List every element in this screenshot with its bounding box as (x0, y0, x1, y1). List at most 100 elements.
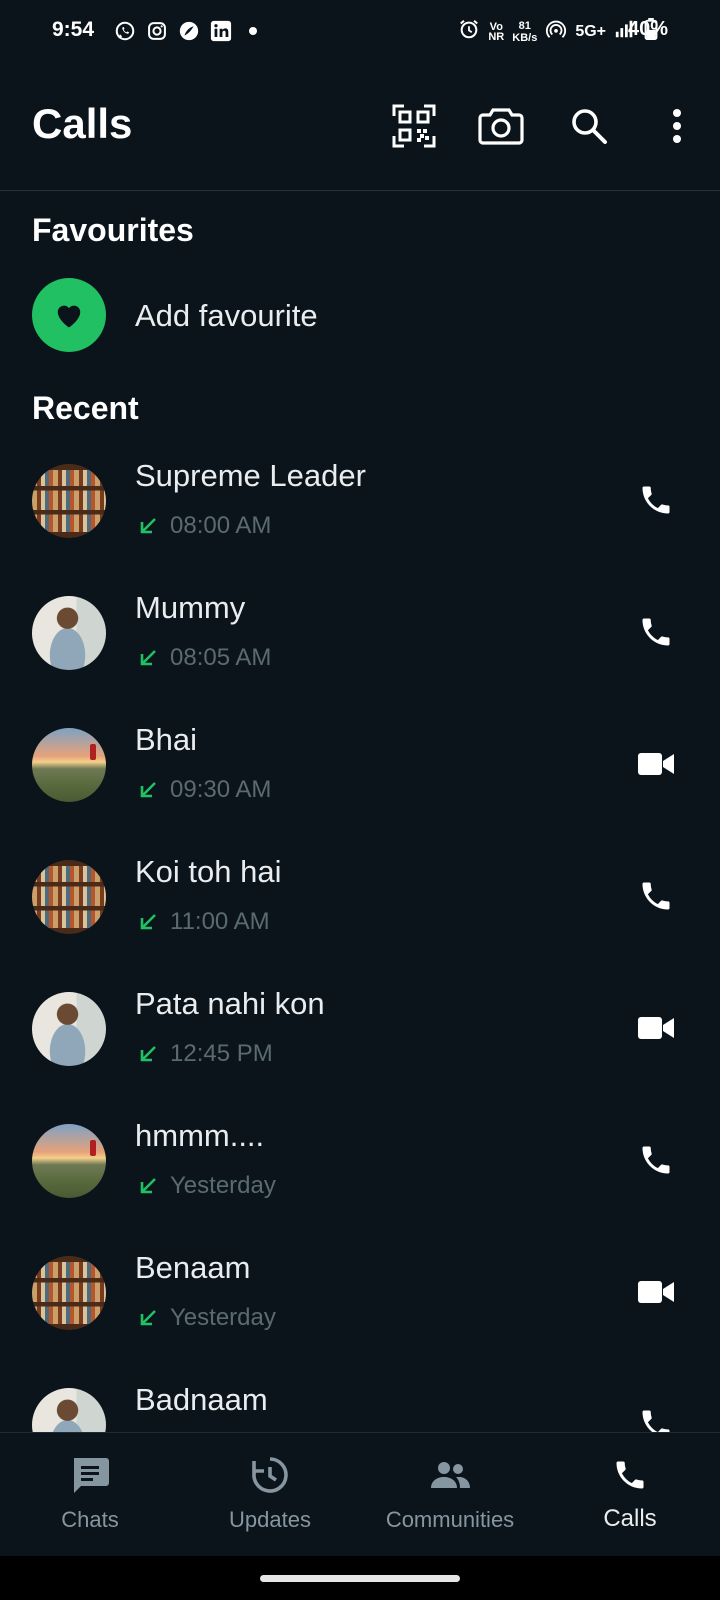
nav-communities-label: Communities (385, 1507, 515, 1532)
nav-calls[interactable]: Calls (540, 1433, 720, 1557)
contact-name: Mummy (135, 590, 246, 625)
hotspot-icon (545, 18, 567, 45)
camera-button[interactable] (477, 100, 525, 152)
voice-call-button[interactable] (636, 1140, 676, 1180)
avatar[interactable] (32, 1124, 106, 1198)
whatsapp-icon (114, 20, 136, 42)
video-call-button[interactable] (636, 744, 676, 784)
add-favourite-item[interactable]: Add favourite (0, 278, 720, 354)
phone-icon (642, 618, 670, 646)
more-notifications-dot-icon (242, 20, 264, 42)
call-time: 08:05 AM (170, 644, 272, 671)
incoming-call-arrow-icon (140, 650, 156, 666)
avatar[interactable] (32, 464, 106, 538)
call-log-item[interactable]: hmmm.... Yesterday (0, 1118, 720, 1250)
linkedin-icon (210, 20, 232, 42)
phone-icon (600, 1455, 660, 1495)
contact-name: Bhai (135, 722, 198, 757)
avatar[interactable] (32, 992, 106, 1066)
call-log-item[interactable]: Benaam Yesterday (0, 1250, 720, 1382)
avatar[interactable] (32, 1256, 106, 1330)
video-camera-icon (638, 1017, 674, 1039)
volte-icon: Vo NR (488, 20, 505, 43)
communities-icon (420, 1455, 480, 1495)
nav-chats-label: Chats (61, 1507, 119, 1532)
contact-name: hmmm.... (135, 1118, 265, 1153)
nav-communities[interactable]: Communities (360, 1433, 540, 1557)
call-time: 08:00 AM (170, 512, 272, 539)
incoming-call-arrow-icon (140, 782, 156, 798)
network-type: 5G+ (575, 22, 606, 40)
call-time: Yesterday (170, 1172, 276, 1199)
voice-call-button[interactable] (636, 612, 676, 652)
video-camera-icon (638, 753, 674, 775)
camera-icon (478, 108, 524, 145)
battery-percent: 40% (627, 18, 668, 40)
leaf-app-icon (178, 20, 200, 42)
status-time: 9:54 (52, 18, 95, 41)
bottom-navigation: Chats Updates Communities Calls (0, 1432, 720, 1557)
nav-calls-label: Calls (603, 1505, 657, 1532)
avatar[interactable] (32, 728, 106, 802)
search-icon (572, 109, 607, 144)
add-favourite-avatar (32, 278, 106, 352)
call-meta: 12:45 PM (138, 1040, 273, 1068)
contact-name: Benaam (135, 1250, 251, 1285)
call-meta: 08:00 AM (138, 512, 271, 540)
incoming-call-arrow-icon (140, 518, 156, 534)
heart-icon (57, 305, 81, 328)
voice-call-button[interactable] (636, 876, 676, 916)
voice-call-button[interactable] (636, 480, 676, 520)
status-bar: 9:54 Vo NR 81 KB/s 5G+ 40% (0, 0, 720, 64)
network-speed: 81 KB/s (512, 20, 537, 44)
incoming-call-arrow-icon (140, 1046, 156, 1062)
video-call-button[interactable] (636, 1272, 676, 1312)
more-vert-icon (673, 109, 681, 143)
call-time: 09:30 AM (170, 776, 272, 803)
call-log-item[interactable]: Koi toh hai 11:00 AM (0, 854, 720, 986)
page-title: Calls (32, 100, 133, 147)
recent-heading: Recent (32, 390, 139, 426)
search-button[interactable] (565, 100, 613, 152)
call-log-item[interactable]: Supreme Leader 08:00 AM (0, 458, 720, 590)
call-meta: Yesterday (138, 1304, 276, 1332)
avatar[interactable] (32, 860, 106, 934)
incoming-call-arrow-icon (140, 1178, 156, 1194)
call-meta: Yesterday (138, 1172, 276, 1200)
network-speed-value: 81 (518, 19, 531, 32)
instagram-icon (146, 20, 168, 42)
phone-icon (642, 486, 670, 514)
nav-chats[interactable]: Chats (0, 1433, 180, 1557)
incoming-call-arrow-icon (140, 914, 156, 930)
chat-icon (60, 1455, 120, 1495)
home-indicator[interactable] (260, 1575, 460, 1582)
nav-updates[interactable]: Updates (180, 1433, 360, 1557)
contact-name: Badnaam (135, 1382, 268, 1417)
nav-updates-label: Updates (229, 1507, 311, 1532)
call-meta: 11:00 AM (138, 908, 270, 936)
call-time: 11:00 AM (170, 908, 270, 935)
phone-icon (642, 1146, 670, 1174)
system-navigation-bar (0, 1556, 720, 1600)
contact-name: Koi toh hai (135, 854, 282, 889)
more-options-button[interactable] (653, 100, 701, 152)
call-time: Yesterday (170, 1304, 276, 1331)
call-meta: 09:30 AM (138, 776, 271, 804)
notification-icons (114, 20, 264, 42)
contact-name: Supreme Leader (135, 458, 366, 493)
qr-code-icon (392, 104, 436, 148)
incoming-call-arrow-icon (140, 1310, 156, 1326)
avatar[interactable] (32, 596, 106, 670)
call-log-item[interactable]: Pata nahi kon 12:45 PM (0, 986, 720, 1118)
call-log-item[interactable]: Bhai 09:30 AM (0, 722, 720, 854)
favourites-heading: Favourites (32, 212, 194, 248)
video-camera-icon (638, 1281, 674, 1303)
qr-code-button[interactable] (390, 100, 438, 152)
call-log-item[interactable]: Mummy 08:05 AM (0, 590, 720, 722)
phone-icon (642, 882, 670, 910)
contact-name: Pata nahi kon (135, 986, 325, 1021)
video-call-button[interactable] (636, 1008, 676, 1048)
call-meta: 08:05 AM (138, 644, 271, 672)
alarm-icon (458, 18, 480, 45)
add-favourite-label: Add favourite (135, 298, 318, 333)
